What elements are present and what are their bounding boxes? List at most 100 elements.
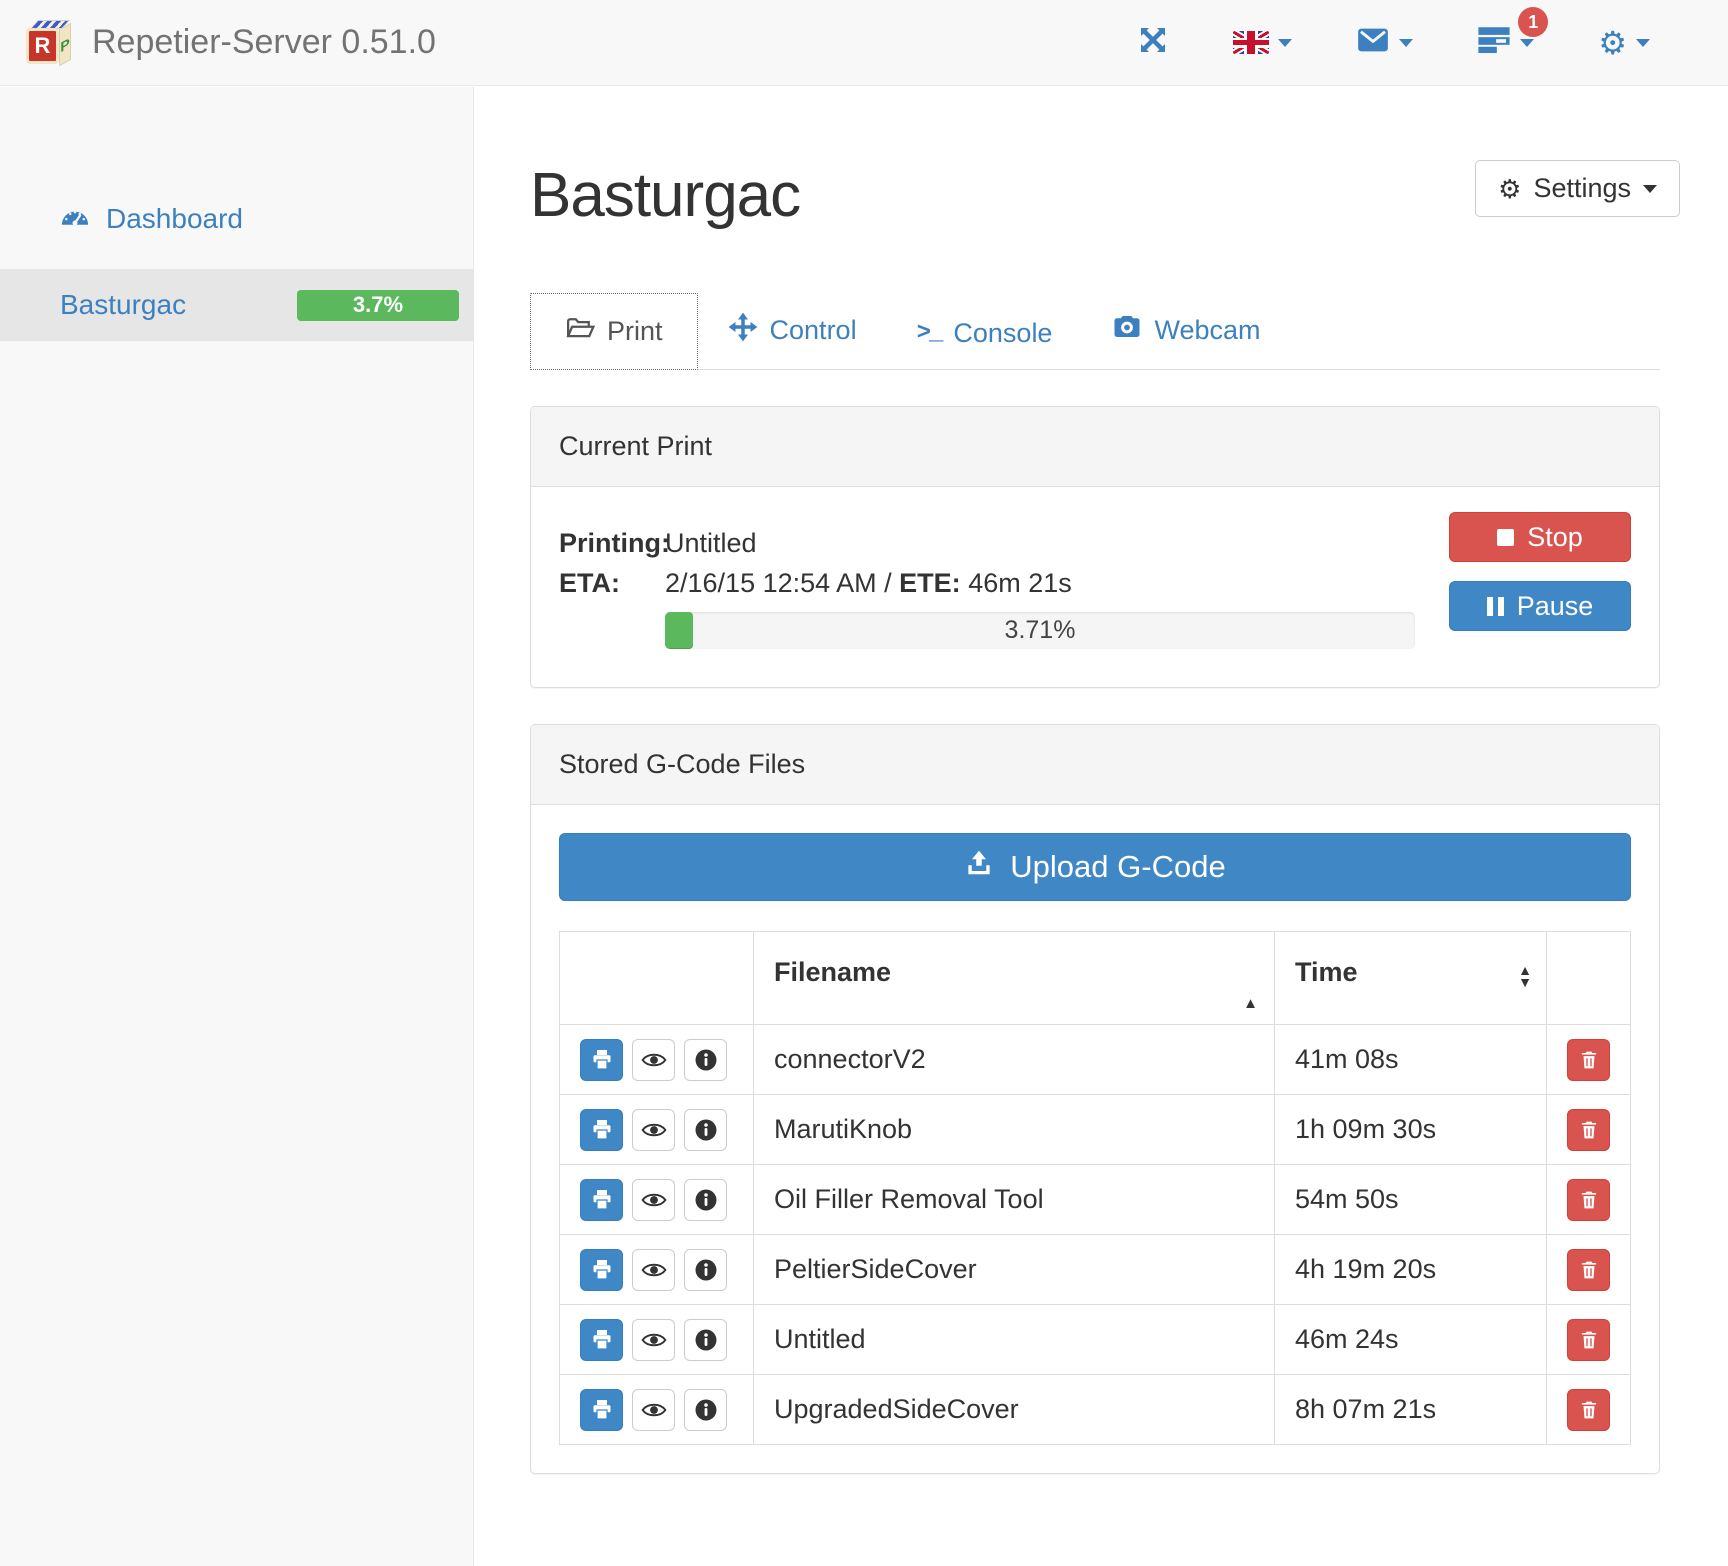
print-file-button[interactable]: [580, 1249, 623, 1291]
table-row: Untitled 46m 24s: [560, 1305, 1631, 1375]
table-row: UpgradedSideCover 8h 07m 21s: [560, 1375, 1631, 1445]
filename-cell: Oil Filler Removal Tool: [754, 1165, 1275, 1235]
file-info-button[interactable]: [684, 1249, 727, 1291]
messages-menu[interactable]: [1356, 23, 1413, 62]
filename-column-header[interactable]: Filename ▲: [754, 932, 1275, 1025]
printer-settings-button[interactable]: ⚙ Settings: [1475, 160, 1680, 217]
filename-cell: Untitled: [754, 1305, 1275, 1375]
sidebar-item-label: Dashboard: [106, 203, 243, 235]
tab-webcam[interactable]: Webcam: [1082, 293, 1290, 368]
file-info-button[interactable]: [684, 1109, 727, 1151]
app-title: Repetier-Server 0.51.0: [92, 23, 436, 62]
sidebar-item-printer[interactable]: Basturgac 3.7%: [0, 269, 473, 341]
brand-link[interactable]: P R Repetier-Server 0.51.0: [26, 19, 436, 67]
time-cell: 8h 07m 21s: [1275, 1375, 1547, 1445]
eta-value: 2/16/15 12:54 AM / ETE: 46m 21s: [665, 563, 1072, 603]
print-tab-icon: [565, 313, 595, 350]
print-file-button[interactable]: [580, 1179, 623, 1221]
stop-button[interactable]: Stop: [1449, 512, 1631, 562]
current-print-panel: Current Print Printing: Untitled ETA: 2/…: [530, 406, 1660, 688]
printer-list-menu[interactable]: 1: [1477, 23, 1534, 62]
gcode-panel: Stored G-Code Files Upload G-Code Filena…: [530, 724, 1660, 1474]
sidebar-item-dashboard[interactable]: Dashboard: [0, 187, 473, 251]
preview-file-button[interactable]: [632, 1249, 675, 1291]
printing-value: Untitled: [665, 523, 757, 563]
console-tab-icon: >_: [917, 320, 942, 347]
file-info-button[interactable]: [684, 1389, 727, 1431]
delete-file-button[interactable]: [1567, 1249, 1610, 1291]
preview-file-button[interactable]: [632, 1109, 675, 1151]
tab-print[interactable]: Print: [530, 293, 698, 370]
table-row: Oil Filler Removal Tool 54m 50s: [560, 1165, 1631, 1235]
top-navbar: P R Repetier-Server 0.51.0: [0, 0, 1728, 86]
main-content: Basturgac ⚙ Settings Print: [474, 87, 1728, 1566]
print-file-button[interactable]: [580, 1389, 623, 1431]
notification-badge: 1: [1518, 7, 1548, 37]
tab-console[interactable]: >_ Console: [887, 299, 1083, 368]
gcode-panel-title: Stored G-Code Files: [531, 725, 1659, 805]
fullscreen-button[interactable]: [1137, 24, 1169, 61]
preview-file-button[interactable]: [632, 1319, 675, 1361]
repetier-logo-icon: P R: [26, 19, 74, 67]
pause-button[interactable]: Pause: [1449, 581, 1631, 631]
upload-gcode-button[interactable]: Upload G-Code: [559, 833, 1631, 901]
preview-file-button[interactable]: [632, 1039, 675, 1081]
time-cell: 1h 09m 30s: [1275, 1095, 1547, 1165]
time-cell: 4h 19m 20s: [1275, 1235, 1547, 1305]
preview-file-button[interactable]: [632, 1389, 675, 1431]
print-file-button[interactable]: [580, 1039, 623, 1081]
eta-label: ETA:: [559, 563, 665, 603]
filename-cell: connectorV2: [754, 1025, 1275, 1095]
file-info-button[interactable]: [684, 1319, 727, 1361]
print-file-button[interactable]: [580, 1109, 623, 1151]
language-menu[interactable]: [1233, 31, 1292, 54]
upload-icon: [964, 848, 994, 886]
delete-file-button[interactable]: [1567, 1389, 1610, 1431]
stop-icon: [1497, 529, 1514, 546]
gcode-table: Filename ▲ Time ▲▼ connectorV2: [559, 931, 1631, 1445]
gear-icon: ⚙: [1598, 27, 1627, 59]
table-row: PeltierSideCover 4h 19m 20s: [560, 1235, 1631, 1305]
printer-tabs: Print Control >_ Console: [530, 293, 1660, 370]
messages-icon: [1356, 23, 1390, 62]
sidebar: Dashboard Basturgac 3.7%: [0, 87, 474, 1566]
table-row: connectorV2 41m 08s: [560, 1025, 1631, 1095]
time-column-header[interactable]: Time ▲▼: [1275, 932, 1547, 1025]
file-info-button[interactable]: [684, 1179, 727, 1221]
delete-file-button[interactable]: [1567, 1179, 1610, 1221]
chevron-down-icon: [1636, 39, 1650, 47]
time-cell: 41m 08s: [1275, 1025, 1547, 1095]
language-flag-icon: [1233, 31, 1269, 54]
delete-file-button[interactable]: [1567, 1109, 1610, 1151]
time-cell: 54m 50s: [1275, 1165, 1547, 1235]
printer-name: Basturgac: [60, 289, 186, 321]
control-tab-icon: [728, 312, 758, 349]
global-settings-menu[interactable]: ⚙: [1598, 27, 1650, 59]
pause-icon: [1487, 597, 1504, 616]
filename-cell: UpgradedSideCover: [754, 1375, 1275, 1445]
printer-progress-badge: 3.7%: [297, 290, 459, 321]
delete-column-header: [1547, 932, 1631, 1025]
chevron-down-icon: [1399, 39, 1413, 47]
sort-ascending-icon: ▲: [1243, 995, 1258, 1012]
print-file-button[interactable]: [580, 1319, 623, 1361]
page-title: Basturgac: [530, 160, 800, 231]
delete-file-button[interactable]: [1567, 1319, 1610, 1361]
file-info-button[interactable]: [684, 1039, 727, 1081]
chevron-down-icon: [1278, 39, 1292, 47]
tab-control[interactable]: Control: [698, 293, 887, 368]
chevron-down-icon: [1520, 39, 1534, 47]
webcam-tab-icon: [1112, 312, 1142, 349]
sort-both-icon: ▲▼: [1518, 964, 1532, 988]
filename-cell: PeltierSideCover: [754, 1235, 1275, 1305]
actions-column-header: [560, 932, 754, 1025]
delete-file-button[interactable]: [1567, 1039, 1610, 1081]
gear-icon: ⚙: [1498, 176, 1521, 202]
print-progress-bar: 3.71%: [665, 612, 1415, 649]
printer-list-icon: [1477, 23, 1511, 62]
filename-cell: MarutiKnob: [754, 1095, 1275, 1165]
preview-file-button[interactable]: [632, 1179, 675, 1221]
time-cell: 46m 24s: [1275, 1305, 1547, 1375]
current-print-title: Current Print: [531, 407, 1659, 487]
chevron-down-icon: [1643, 185, 1657, 193]
